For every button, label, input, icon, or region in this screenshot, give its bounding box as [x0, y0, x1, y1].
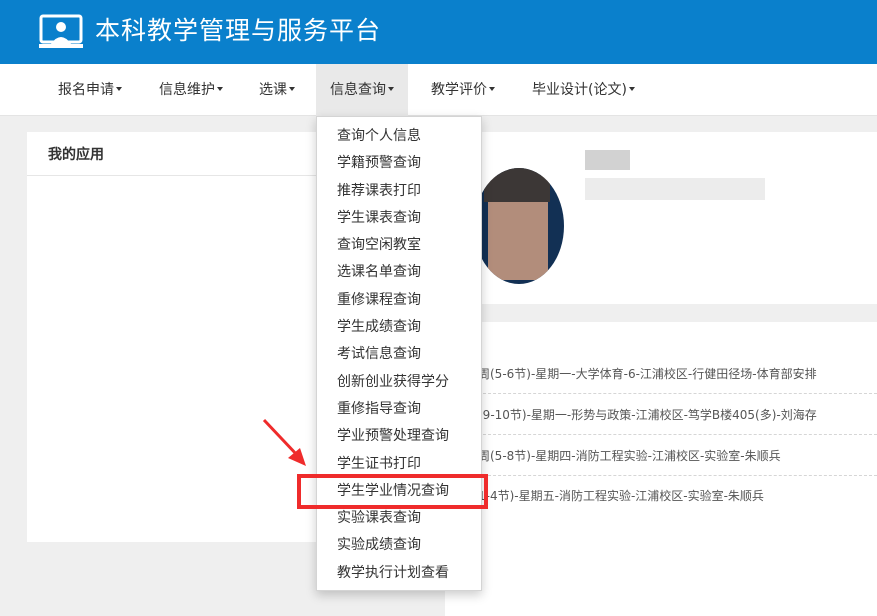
nav-item-teaching-evaluation[interactable]: 教学评价 [417, 64, 509, 116]
menu-item-retake-guidance[interactable]: 重修指导查询 [317, 396, 481, 423]
top-header-bar: 本科教学管理与服务平台 [0, 0, 877, 64]
avatar-hair-blur [484, 168, 550, 202]
caret-down-icon [217, 87, 223, 91]
schedule-row[interactable]: (9-10节)-星期一-形势与政策-江浦校区-笃学B楼405(多)-刘海存 [478, 395, 877, 435]
menu-item-student-schedule[interactable]: 学生课表查询 [317, 205, 481, 232]
caret-down-icon [289, 87, 295, 91]
menu-item-status-warning[interactable]: 学籍预警查询 [317, 150, 481, 177]
my-apps-title: 我的应用 [27, 132, 343, 176]
menu-item-innovation-credits[interactable]: 创新创业获得学分 [317, 369, 481, 396]
redacted-name-block [585, 150, 630, 170]
highlight-annotation-box [297, 474, 488, 509]
main-navbar: 报名申请 信息维护 选课 信息查询 教学评价 毕业设计(论文) [0, 64, 877, 116]
menu-item-warning-handling[interactable]: 学业预警处理查询 [317, 423, 481, 450]
avatar[interactable] [474, 168, 564, 284]
menu-item-grades[interactable]: 学生成绩查询 [317, 314, 481, 341]
nav-item-label: 信息查询 [330, 82, 386, 98]
nav-item-graduation-thesis[interactable]: 毕业设计(论文) [518, 64, 649, 116]
nav-item-label: 报名申请 [58, 82, 114, 98]
nav-item-label: 选课 [259, 82, 287, 98]
info-query-dropdown-menu: 查询个人信息 学籍预警查询 推荐课表打印 学生课表查询 查询空闲教室 选课名单查… [316, 116, 482, 591]
red-arrow-annotation-icon [262, 418, 306, 466]
menu-item-recommended-schedule-print[interactable]: 推荐课表打印 [317, 178, 481, 205]
menu-item-teaching-plan[interactable]: 教学执行计划查看 [317, 560, 481, 587]
caret-down-icon [489, 87, 495, 91]
menu-item-personal-info[interactable]: 查询个人信息 [317, 123, 481, 150]
menu-item-retake-courses[interactable]: 重修课程查询 [317, 287, 481, 314]
monitor-user-logo-icon [39, 14, 83, 48]
caret-down-icon [116, 87, 122, 91]
caret-down-icon [388, 87, 394, 91]
caret-down-icon [628, 87, 635, 91]
schedule-row[interactable]: 1-4节)-星期五-消防工程实验-江浦校区-实验室-朱顺兵 [478, 476, 877, 516]
nav-item-label: 毕业设计(论文) [532, 82, 627, 98]
nav-item-info-maintenance[interactable]: 信息维护 [145, 64, 237, 116]
nav-item-label: 信息维护 [159, 82, 215, 98]
schedule-row[interactable]: 周(5-8节)-星期四-消防工程实验-江浦校区-实验室-朱顺兵 [478, 436, 877, 476]
my-apps-panel: 我的应用 [27, 132, 343, 542]
menu-item-exam-info[interactable]: 考试信息查询 [317, 341, 481, 368]
app-title: 本科教学管理与服务平台 [95, 16, 382, 45]
nav-item-registration[interactable]: 报名申请 [44, 64, 136, 116]
nav-item-course-selection[interactable]: 选课 [245, 64, 309, 116]
schedule-row[interactable]: 周(5-6节)-星期一-大学体育-6-江浦校区-行健田径场-体育部安排 [478, 354, 877, 394]
menu-item-course-roster[interactable]: 选课名单查询 [317, 259, 481, 286]
redacted-info-block [585, 178, 765, 200]
nav-item-info-query[interactable]: 信息查询 [316, 64, 408, 116]
nav-item-label: 教学评价 [431, 82, 487, 98]
menu-item-lab-schedule[interactable]: 实验课表查询 [317, 505, 481, 532]
menu-item-lab-grades[interactable]: 实验成绩查询 [317, 532, 481, 559]
menu-item-free-classroom[interactable]: 查询空闲教室 [317, 232, 481, 259]
